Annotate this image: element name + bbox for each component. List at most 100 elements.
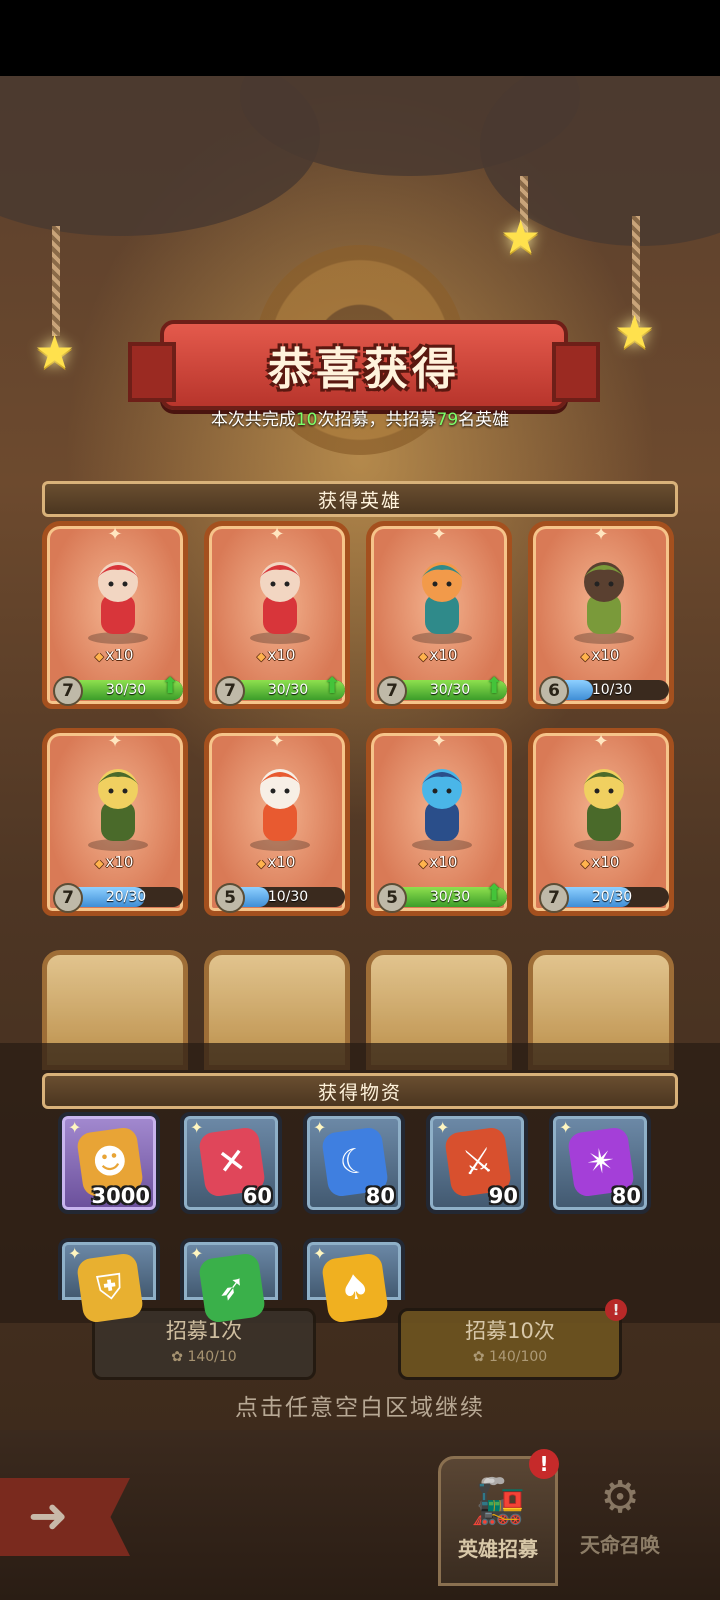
shard-progress-text: 10/30 <box>591 682 633 698</box>
level-badge: 5 <box>377 883 407 913</box>
hero-card[interactable]: ✦ x10 7 30/30 ⬆ <box>42 521 188 709</box>
tab-fate-summon-label: 天命召唤 <box>580 1533 660 1557</box>
star-icon: ★ <box>614 305 656 359</box>
hero-card[interactable]: ✦ x10 7 20/30 <box>528 728 674 916</box>
tab-hero-recruit-label: 英雄招募 <box>458 1537 538 1561</box>
recruit-once-cost: ✿ 140/10 <box>171 1349 237 1365</box>
reward-item[interactable]: ✦ ☻ 3000 <box>58 1112 160 1214</box>
hero-shard-count: x10 <box>581 646 619 664</box>
shard-progress-text: 10/30 <box>267 889 309 905</box>
reward-item[interactable]: ✦ ☾ 80 <box>303 1112 405 1214</box>
notification-badge: ! <box>529 1449 559 1479</box>
item-quantity: 3000 <box>91 1184 150 1208</box>
hero-portrait <box>88 769 148 851</box>
item-quantity: 80 <box>365 1184 395 1208</box>
sparkle-icon: ✦ <box>593 731 609 752</box>
hero-portrait <box>250 562 310 644</box>
hero-shard-count: x10 <box>95 853 133 871</box>
shard-progress-text: 20/30 <box>105 889 147 905</box>
hero-portrait <box>412 769 472 851</box>
level-badge: 6 <box>539 676 569 706</box>
shield-gem-icon: ⛨ <box>75 1252 145 1324</box>
recruit-once-cost-value: 140/10 <box>187 1349 237 1365</box>
train-icon: 🚂 <box>470 1476 526 1527</box>
back-arrow-icon: ➜ <box>28 1488 69 1544</box>
heroes-section-title: 获得英雄 <box>317 489 402 512</box>
star-icon: ★ <box>34 325 76 379</box>
items-section-header: 获得物资 <box>42 1073 678 1109</box>
hero-card[interactable]: ✦ x10 5 10/30 <box>204 728 350 916</box>
recruit-once-button[interactable]: 招募1次 ✿ 140/10 <box>92 1308 316 1380</box>
recruit-ten-label: 招募10次 <box>465 1319 555 1343</box>
hero-shard-count: x10 <box>419 853 457 871</box>
hero-card[interactable]: ✦ x10 7 30/30 ⬆ <box>204 521 350 709</box>
tab-hero-recruit[interactable]: 🚂 英雄招募 ! <box>438 1449 559 1586</box>
bow-gem-icon: ➶ <box>197 1252 267 1324</box>
summary-middle: 次招募，共招募 <box>317 410 437 430</box>
summary-prefix: 本次共完成 <box>210 410 296 430</box>
hero-card[interactable]: ✦ x10 7 30/30 ⬆ <box>366 521 512 709</box>
hero-card[interactable]: ✦ x10 7 20/30 <box>42 728 188 916</box>
reward-item[interactable]: ✦ ✴ 80 <box>549 1112 651 1214</box>
alert-badge: ! <box>605 1299 627 1321</box>
hero-card[interactable]: ✦ x10 6 10/30 <box>528 521 674 709</box>
status-bar <box>0 0 720 76</box>
tab-fate-summon[interactable]: ⚙ 天命召唤 <box>560 1456 680 1586</box>
recruit-once-label: 招募1次 <box>165 1319 243 1343</box>
back-button[interactable]: ➜ <box>0 1478 130 1556</box>
heroes-section-header: 获得英雄 <box>42 481 678 517</box>
recruit-ten-button[interactable]: 招募10次 ✿ 140/100 ! <box>398 1299 627 1380</box>
sparkle-icon: ✦ <box>431 731 447 752</box>
sparkle-icon: ✦ <box>269 731 285 752</box>
hero-shard-count: x10 <box>95 646 133 664</box>
level-badge: 7 <box>215 676 245 706</box>
spade-coin-icon: ♠ <box>320 1252 390 1324</box>
hero-portrait <box>574 562 634 644</box>
hero-portrait <box>250 769 310 851</box>
reward-item[interactable]: ✦ ♠ <box>303 1238 405 1324</box>
sparkle-icon: ✦ <box>593 524 609 545</box>
reward-item[interactable]: ✦ ➶ <box>180 1238 282 1324</box>
reward-item[interactable]: ✦ ⛨ <box>58 1238 160 1324</box>
sparkle-icon: ✦ <box>107 524 123 545</box>
item-quantity: 80 <box>611 1184 641 1208</box>
shard-progress-bar: 20/30 <box>69 887 183 907</box>
level-badge: 7 <box>539 883 569 913</box>
hero-shard-count: x10 <box>419 646 457 664</box>
shard-progress-text: 20/30 <box>591 889 633 905</box>
upgrade-arrow-icon[interactable]: ⬆ <box>485 674 503 699</box>
recruit-times: 10 <box>295 410 318 430</box>
item-quantity: 90 <box>488 1184 518 1208</box>
heroes-total: 79 <box>436 410 459 430</box>
shard-progress-bar: 10/30 <box>231 887 345 907</box>
page-title: 恭喜获得 <box>268 344 460 395</box>
upgrade-arrow-icon[interactable]: ⬆ <box>161 674 179 699</box>
hero-shard-count: x10 <box>257 646 295 664</box>
upgrade-arrow-icon[interactable]: ⬆ <box>323 674 341 699</box>
sparkle-icon: ✦ <box>269 524 285 545</box>
upgrade-arrow-icon[interactable]: ⬆ <box>485 881 503 906</box>
item-quantity: 60 <box>242 1184 272 1208</box>
reward-item[interactable]: ✦ ⚔ 90 <box>426 1112 528 1214</box>
recruit-ten-cost-value: 140/100 <box>489 1349 548 1365</box>
reward-item[interactable]: ✦ ✕ 60 <box>180 1112 282 1214</box>
level-badge: 7 <box>377 676 407 706</box>
rope-left <box>52 226 60 336</box>
title-ribbon: 恭喜获得 <box>128 320 600 410</box>
level-badge: 7 <box>53 676 83 706</box>
continue-hint[interactable]: 点击任意空白区域继续 <box>0 1388 720 1422</box>
star-icon: ★ <box>500 210 542 264</box>
items-section-title: 获得物资 <box>317 1081 402 1104</box>
hero-card[interactable]: ✦ x10 5 30/30 ⬆ <box>366 728 512 916</box>
hero-shard-count: x10 <box>257 853 295 871</box>
level-badge: 7 <box>53 883 83 913</box>
sparkle-icon: ✦ <box>107 731 123 752</box>
hero-portrait <box>412 562 472 644</box>
hero-portrait <box>574 769 634 851</box>
recruit-summary: 本次共完成10次招募，共招募79名英雄 <box>0 405 720 430</box>
summary-suffix: 名英雄 <box>458 410 510 430</box>
level-badge: 5 <box>215 883 245 913</box>
recruit-ten-cost: ✿ 140/100 <box>472 1349 548 1365</box>
hero-portrait <box>88 562 148 644</box>
gear-icon: ⚙ <box>600 1472 640 1523</box>
